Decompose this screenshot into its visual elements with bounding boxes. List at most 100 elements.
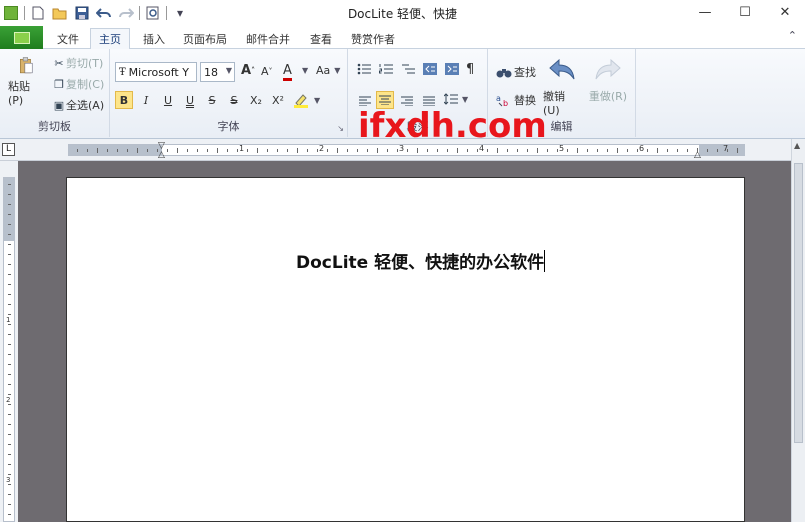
find-button[interactable]: 查找 [496, 64, 536, 80]
ruler-tick [107, 149, 108, 152]
superscript-button[interactable]: X² [269, 91, 287, 109]
decrease-indent-icon [423, 63, 437, 75]
decrease-indent-button[interactable] [423, 63, 437, 75]
ruler-tick [177, 148, 178, 153]
document-text[interactable]: DocLite 轻便、快捷的办公软件 [296, 253, 544, 273]
vertical-ruler-tick [8, 224, 11, 225]
line-spacing-icon [444, 93, 458, 105]
show-marks-button[interactable]: ¶ [466, 62, 474, 77]
numbering-button[interactable] [379, 63, 393, 75]
highlighter-icon [294, 94, 308, 108]
font-group: Ŧ Microsoft Y 18 ▼ A ˄ A ˅ A ▼ Aa ▼ B I U U… [110, 49, 348, 137]
ruler-tick [657, 148, 658, 153]
document-workspace: DocLite 轻便、快捷的办公软件 [18, 161, 791, 522]
binoculars-icon [496, 69, 512, 78]
app-menu-button[interactable] [0, 26, 43, 49]
tab-insert[interactable]: 插入 [136, 28, 172, 49]
font-color-dropdown-icon[interactable]: ▼ [302, 66, 308, 75]
clipboard-group-label: 剪切板 [38, 120, 71, 133]
subscript-button[interactable]: X₂ [247, 91, 265, 109]
pilcrow-icon: ¶ [466, 62, 475, 77]
grow-font-label: A [241, 63, 252, 78]
bullets-button[interactable] [357, 63, 371, 75]
vertical-ruler-tick [8, 514, 11, 515]
font-color-button[interactable]: A [283, 63, 292, 81]
font-name-select[interactable]: Ŧ Microsoft Y [115, 62, 197, 82]
vertical-ruler-tick [8, 384, 11, 385]
scroll-up-arrow-icon[interactable]: ▲ [794, 141, 800, 150]
select-all-button[interactable]: ▣ 全选(A) [52, 97, 104, 113]
change-case-button[interactable]: Aa ▼ [316, 64, 340, 77]
tab-file[interactable]: 文件 [50, 28, 86, 49]
ruler-tick [367, 149, 368, 152]
line-spacing-button[interactable]: ▼ [444, 93, 468, 105]
underline-button[interactable]: U [159, 91, 177, 109]
ruler-tick [417, 148, 418, 153]
ruler-tick [127, 149, 128, 152]
collapse-ribbon-icon[interactable]: ⌃ [788, 29, 797, 42]
grow-font-button[interactable]: A ˄ [241, 63, 255, 78]
vertical-ruler[interactable]: 1 2 3 [0, 161, 18, 522]
tab-home[interactable]: 主页 [90, 28, 130, 50]
redo-large-button[interactable]: 重做(R) [588, 57, 628, 104]
ruler-tick [137, 148, 138, 153]
vertical-scrollbar[interactable]: ▲ [791, 139, 805, 522]
left-indent-marker[interactable]: △ [158, 150, 165, 160]
close-button[interactable]: ✕ [765, 0, 805, 24]
ruler-tick [247, 149, 248, 152]
replace-icon: ab [496, 94, 508, 107]
ruler-number: 5 [559, 144, 565, 153]
vertical-ruler-tick [8, 244, 11, 245]
ruler-tick [447, 149, 448, 152]
ruler-tick [427, 149, 428, 152]
strikethrough-button[interactable]: S [203, 91, 221, 109]
document-page[interactable]: DocLite 轻便、快捷的办公软件 [66, 177, 745, 522]
select-all-label: 全选(A) [66, 99, 105, 112]
minimize-button[interactable]: — [685, 0, 725, 24]
truetype-icon: Ŧ [119, 66, 126, 78]
watermark-text: ifxdh.com [358, 106, 547, 146]
top-margin-shade [4, 178, 14, 241]
ruler-tick [147, 149, 148, 152]
shrink-arrow-icon: ˅ [268, 67, 273, 76]
shrink-font-button[interactable]: A ˅ [261, 65, 273, 78]
ribbon-tabs: 文件 主页 插入 页面布局 邮件合并 查看 赞赏作者 ⌃ [0, 26, 805, 50]
left-margin-shade [69, 145, 162, 155]
underline-label: U [163, 93, 173, 107]
ruler-tick [347, 149, 348, 152]
ruler-tick [407, 149, 408, 152]
vertical-ruler-tick [8, 454, 11, 455]
vertical-ruler-tick [8, 284, 11, 285]
tab-stop-selector[interactable]: L [2, 143, 15, 156]
paste-button[interactable]: 粘贴(P) [8, 57, 44, 107]
ruler-tick [277, 149, 278, 152]
scrollbar-thumb[interactable] [794, 163, 803, 443]
ruler-tick [297, 148, 298, 153]
font-size-select[interactable]: 18 ▼ [200, 62, 235, 82]
title-bar: ▾ DocLite 轻便、快捷 — ☐ ✕ [0, 0, 805, 26]
double-underline-button[interactable]: U [181, 91, 199, 109]
cut-button[interactable]: ✂ 剪切(T) [52, 55, 103, 71]
maximize-button[interactable]: ☐ [725, 0, 765, 24]
italic-label: I [143, 93, 149, 107]
vertical-ruler-tick [8, 444, 11, 445]
undo-large-button[interactable]: 撤销(U) [543, 57, 581, 117]
bold-button[interactable]: B [115, 91, 133, 109]
double-strikethrough-button[interactable]: S [225, 91, 243, 109]
tab-view[interactable]: 查看 [303, 28, 339, 49]
document-body-text[interactable]: DocLite 轻便、快捷的办公软件 [296, 248, 546, 273]
highlight-button[interactable]: ▼ [293, 92, 320, 108]
ruler-tick [687, 149, 688, 152]
increase-indent-button[interactable] [445, 63, 459, 75]
ruler-tick [387, 149, 388, 152]
ruler-tick [207, 149, 208, 152]
tab-mail-merge[interactable]: 邮件合并 [241, 28, 295, 49]
tab-page-layout[interactable]: 页面布局 [178, 28, 232, 49]
italic-button[interactable]: I [137, 91, 155, 109]
copy-button[interactable]: ❐ 复制(C) [52, 76, 104, 92]
window-controls: — ☐ ✕ [685, 0, 805, 26]
tab-author[interactable]: 赞赏作者 [346, 28, 400, 49]
ruler-tick [707, 149, 708, 152]
multilevel-list-button[interactable] [401, 63, 415, 75]
numbered-list-icon [379, 64, 393, 74]
